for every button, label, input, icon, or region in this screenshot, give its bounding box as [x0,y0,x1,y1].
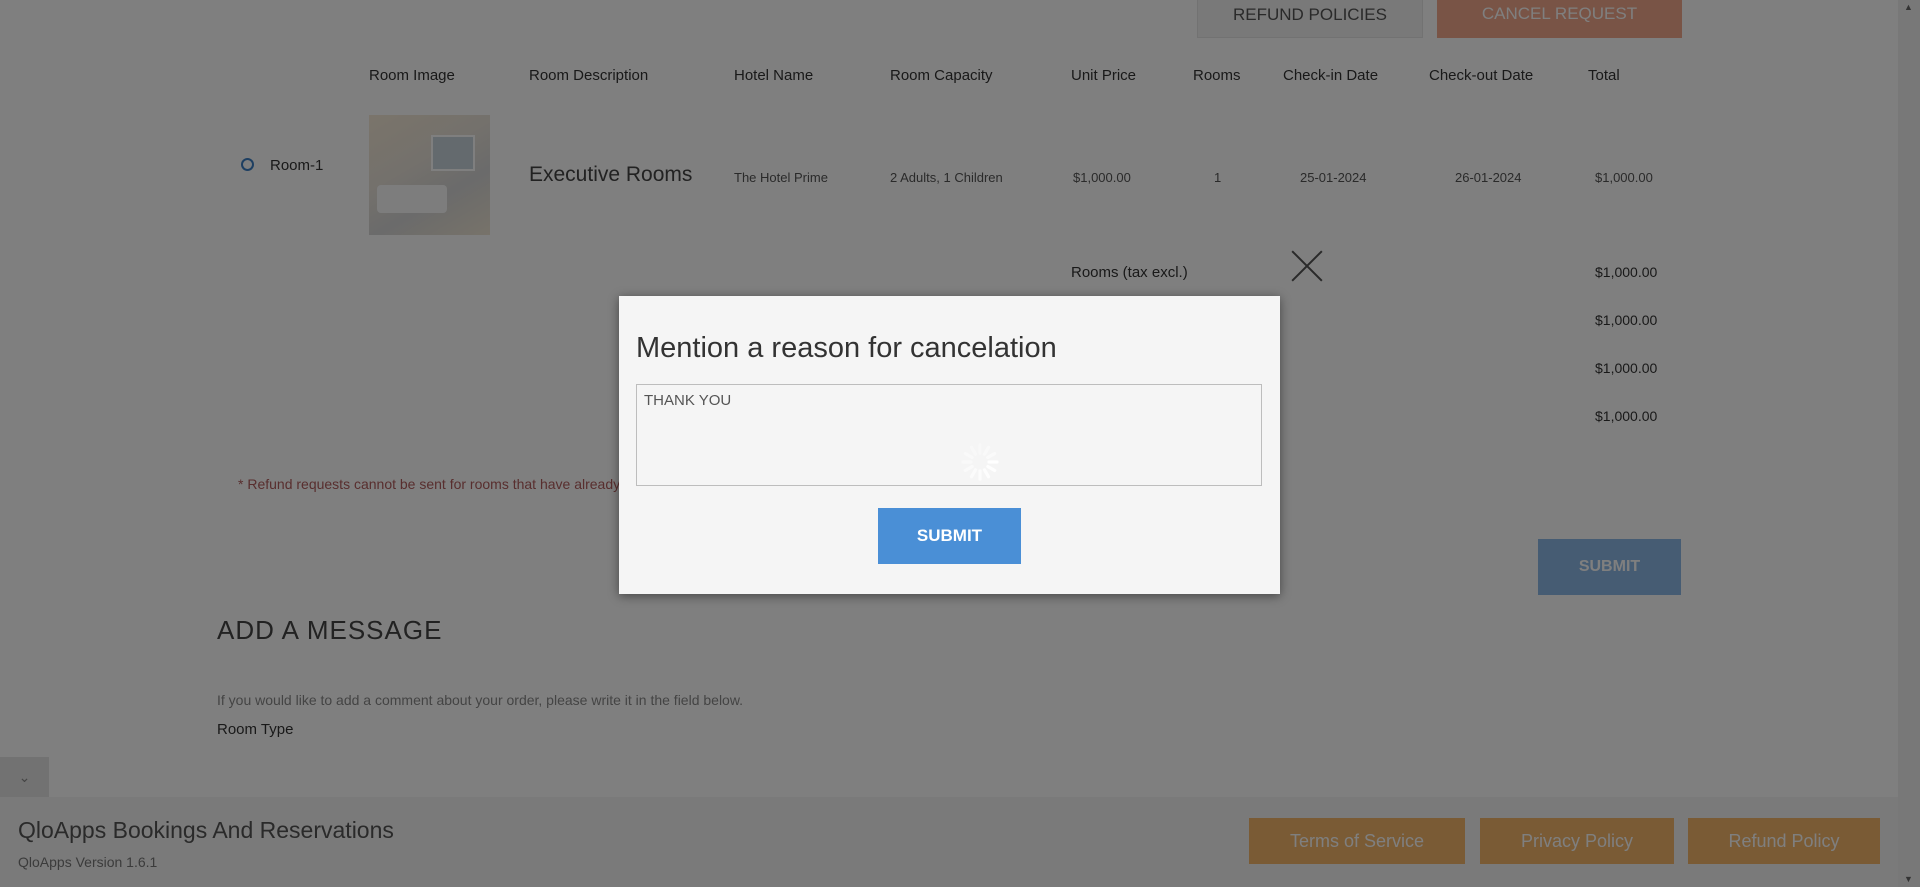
cancelation-reason-textarea[interactable] [636,384,1262,486]
cancelation-reason-modal: Mention a reason for cancelation SUBMIT [619,296,1280,594]
loading-spinner-icon [961,443,999,481]
close-icon[interactable] [1290,249,1324,283]
submit-button[interactable]: SUBMIT [878,508,1021,564]
modal-title: Mention a reason for cancelation [636,332,1057,364]
